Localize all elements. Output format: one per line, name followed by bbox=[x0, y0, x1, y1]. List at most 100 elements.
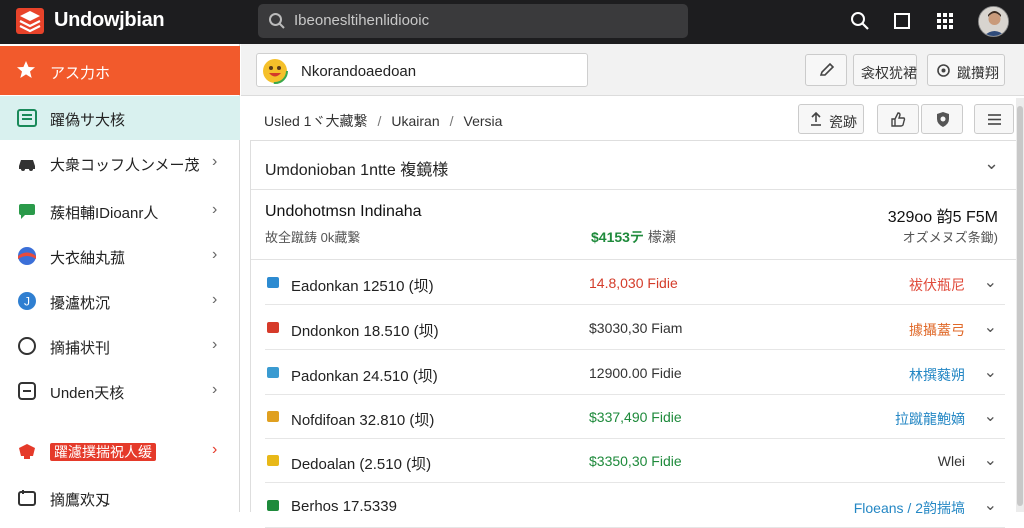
workspace-selector[interactable]: Nkorandoaedoan bbox=[256, 53, 588, 87]
sidebar-item-label: Unden天核 bbox=[50, 385, 125, 402]
avatar[interactable] bbox=[978, 6, 1009, 37]
sidebar-item-1[interactable]: 躍偽サ大核 bbox=[0, 96, 240, 140]
row-amount: $3030,30 Fiam bbox=[589, 320, 683, 336]
chevron-right-icon: › bbox=[212, 381, 218, 398]
thumbs-up-icon bbox=[891, 112, 906, 127]
detail-card: Umdonioban 1ntte 複鏡様 ⌄ Undohotmsn Indina… bbox=[250, 140, 1024, 528]
menu-icon bbox=[988, 114, 1001, 125]
row-status: 祓伏瓶尼 bbox=[909, 277, 965, 293]
app-title: Undowjbian bbox=[54, 9, 165, 31]
card-title: Umdonioban 1ntte 複鏡様 bbox=[265, 162, 449, 179]
row-icon bbox=[267, 411, 279, 422]
sidebar-item-label: 摘鷹欢刄 bbox=[50, 492, 111, 509]
scrollbar-thumb[interactable] bbox=[1017, 106, 1023, 506]
divider bbox=[251, 259, 1024, 260]
edit-button[interactable] bbox=[805, 54, 847, 86]
apps-grid-icon[interactable] bbox=[933, 9, 957, 33]
table-row[interactable]: Nofdifoan 32.810 (坝) $337,490 Fidie 拉蹴龍鮑嫡 ⌄ bbox=[265, 395, 1005, 439]
share-button[interactable]: 衾权犹裙 bbox=[853, 54, 917, 86]
chevron-down-icon[interactable]: ⌄ bbox=[984, 406, 997, 426]
export-label: 瓷跡 bbox=[829, 114, 857, 130]
breadcrumb-item[interactable]: Usled 1ヾ大藏繋 bbox=[264, 113, 367, 129]
row-icon bbox=[267, 455, 279, 466]
circle-icon bbox=[18, 337, 36, 355]
sidebar-item-label: 躍濾撲揣祝人缓 bbox=[50, 442, 156, 462]
table-row[interactable]: Dedoalan (2.510 (坝) $3350,30 Fidie Wlei ⌄ bbox=[265, 439, 1005, 483]
list-icon bbox=[17, 109, 37, 127]
sidebar-item-5[interactable]: J 擾瀘枕沉 › bbox=[0, 279, 240, 323]
chevron-right-icon: › bbox=[212, 246, 218, 263]
chevron-down-icon[interactable]: ⌄ bbox=[984, 317, 997, 337]
row-name: Nofdifoan 32.810 (坝) bbox=[291, 412, 435, 429]
sidebar-item-label: 擾瀘枕沉 bbox=[50, 295, 111, 312]
row-name: Dndonkon 18.510 (坝) bbox=[291, 323, 439, 340]
table-row[interactable]: Eadonkan 12510 (坝) 14.8,030 Fidie 祓伏瓶尼 ⌄ bbox=[265, 261, 1005, 305]
row-name: Berhos 17.5339 bbox=[291, 498, 397, 515]
like-button[interactable] bbox=[877, 104, 919, 134]
sidebar-item-7[interactable]: Unden天核 › bbox=[0, 369, 240, 413]
search-input[interactable]: Ibeonesltihenlidiooic bbox=[294, 12, 429, 29]
summary-name: Undohotmsn Indinaha bbox=[265, 203, 422, 220]
row-amount: 14.8,030 Fidie bbox=[589, 275, 678, 291]
window-icon[interactable] bbox=[890, 9, 914, 33]
row-name: Eadonkan 12510 (坝) bbox=[291, 278, 434, 295]
chevron-down-icon[interactable]: ⌄ bbox=[984, 153, 999, 174]
sidebar-header[interactable]: アス力ホ bbox=[0, 46, 240, 95]
plus-box-icon bbox=[18, 382, 36, 400]
search-bar[interactable]: Ibeonesltihenlidiooic bbox=[258, 4, 688, 38]
settings-button[interactable]: 蹴攢翔 bbox=[927, 54, 1005, 86]
sidebar-item-3[interactable]: 蔟相輔IDioanr人 › bbox=[0, 189, 240, 233]
folder-icon bbox=[18, 490, 36, 506]
chevron-down-icon[interactable]: ⌄ bbox=[984, 272, 997, 292]
sidebar-item-8[interactable]: 躍濾撲揣祝人缓 › bbox=[0, 429, 240, 473]
row-icon bbox=[267, 367, 279, 378]
globe-icon bbox=[18, 247, 36, 265]
sidebar-item-label: 摘捕状刊 bbox=[50, 340, 111, 357]
sidebar-item-9[interactable]: 摘鷹欢刄 bbox=[0, 476, 240, 520]
chevron-down-icon[interactable]: ⌄ bbox=[984, 362, 997, 382]
star-icon bbox=[17, 61, 35, 78]
sidebar-item-label: 躍偽サ大核 bbox=[50, 112, 126, 129]
bell-icon bbox=[19, 444, 35, 459]
breadcrumb-item[interactable]: Ukairan bbox=[391, 113, 439, 129]
smiley-icon bbox=[262, 58, 288, 84]
export-button[interactable]: 瓷跡 bbox=[798, 104, 864, 134]
menu-button[interactable] bbox=[974, 104, 1014, 134]
scrollbar[interactable] bbox=[1016, 98, 1024, 512]
sidebar-item-6[interactable]: 摘捕状刊 › bbox=[0, 324, 240, 368]
chat-icon bbox=[19, 204, 35, 219]
settings-label: 蹴攢翔 bbox=[957, 65, 999, 81]
summary-note: オズメヌズ条鋤) bbox=[902, 230, 998, 245]
sidebar-item-2[interactable]: 大衆コッフ人ンメー茂 › bbox=[0, 141, 240, 185]
chevron-right-icon: › bbox=[212, 441, 218, 458]
workspace-name: Nkorandoaedoan bbox=[301, 63, 417, 80]
sidebar-header-label: アス力ホ bbox=[50, 65, 111, 82]
row-status: 林撰蕤朔 bbox=[909, 367, 965, 383]
summary-amount-value: $4153テ bbox=[591, 229, 644, 245]
search-icon bbox=[269, 13, 285, 29]
table-row[interactable]: Padonkan 24.510 (坝) 12900.00 Fidie 林撰蕤朔 ⌄ bbox=[265, 351, 1005, 395]
row-status: Floeans / 2韵揣塙 bbox=[853, 500, 965, 516]
top-bar: Undowjbian Ibeonesltihenlidiooic bbox=[0, 0, 1024, 44]
summary-amount-suffix: 檬瀬 bbox=[647, 229, 676, 245]
row-icon bbox=[267, 277, 279, 288]
row-amount: $3350,30 Fidie bbox=[589, 453, 682, 469]
gear-icon bbox=[937, 64, 950, 77]
chevron-down-icon[interactable]: ⌄ bbox=[984, 450, 997, 470]
table-row[interactable]: Berhos 17.5339 Floeans / 2韵揣塙 ⌄ bbox=[265, 484, 1005, 528]
sidebar-item-label: 大衆コッフ人ンメー茂 bbox=[50, 157, 200, 174]
table-row[interactable]: Dndonkon 18.510 (坝) $3030,30 Fiam 據攝蓋弓 ⌄ bbox=[265, 306, 1005, 350]
sidebar-item-4[interactable]: 大衣紬丸菰 › bbox=[0, 234, 240, 278]
info-icon: J bbox=[18, 292, 36, 310]
chevron-down-icon[interactable]: ⌄ bbox=[984, 495, 997, 515]
row-icon bbox=[267, 500, 279, 511]
row-status: 拉蹴龍鮑嫡 bbox=[895, 411, 965, 427]
search-icon[interactable] bbox=[848, 9, 872, 33]
row-icon bbox=[267, 322, 279, 333]
breadcrumb-item[interactable]: Versia bbox=[464, 113, 503, 129]
chevron-right-icon: › bbox=[212, 201, 218, 218]
chevron-right-icon: › bbox=[212, 336, 218, 353]
shield-button[interactable] bbox=[921, 104, 963, 134]
sidebar: アス力ホ 躍偽サ大核 大衆コッフ人ンメー茂 › 蔟相輔IDioanr人 › 大衣… bbox=[0, 44, 240, 512]
upload-icon bbox=[811, 112, 821, 126]
